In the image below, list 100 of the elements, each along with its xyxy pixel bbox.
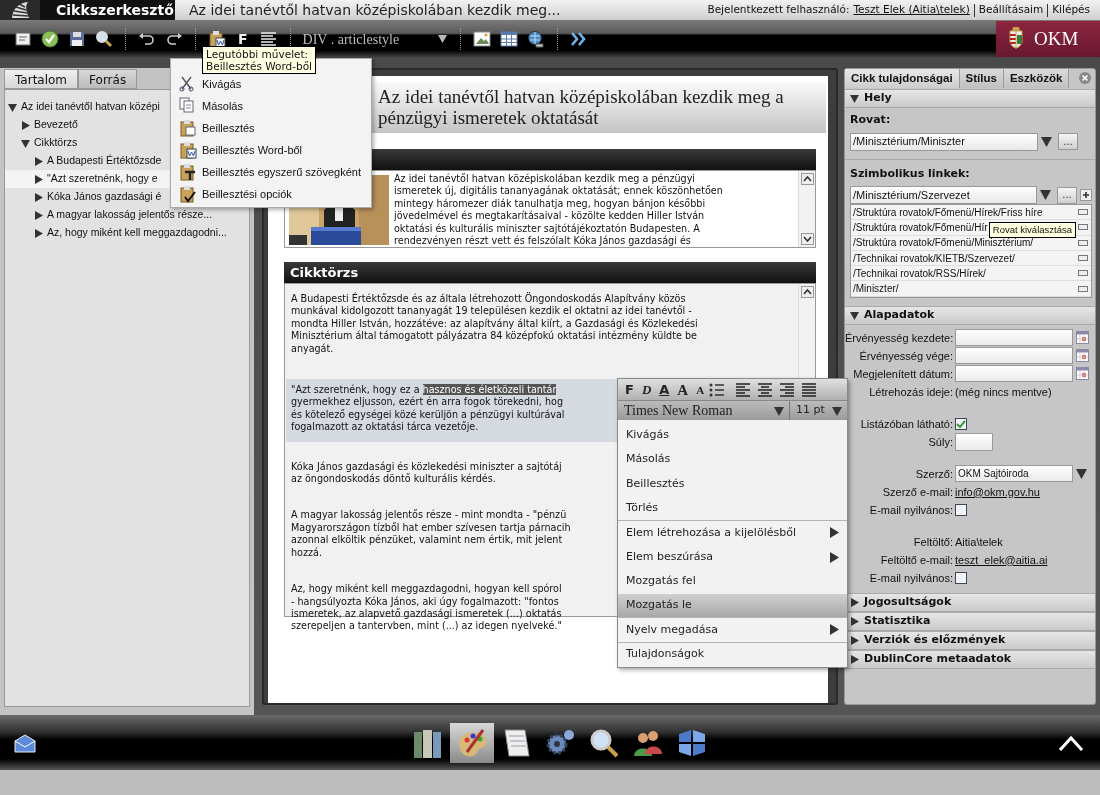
text-line[interactable]: "Azt szeretnénk, hogy ez a bbox=[291, 384, 423, 396]
clipboard-icon[interactable] bbox=[208, 30, 226, 48]
collapsed-arrow-icon[interactable] bbox=[34, 156, 43, 166]
list-icon[interactable] bbox=[709, 382, 726, 397]
mail-icon[interactable] bbox=[14, 732, 36, 753]
expanded-arrow-icon[interactable] bbox=[21, 138, 30, 148]
list-item[interactable]: /Technikai rovatok/KIETB/Szervezet/ bbox=[853, 250, 1015, 266]
tab[interactable]: Tartalom bbox=[4, 69, 79, 89]
menu-item[interactable]: Mozgatás le bbox=[618, 593, 847, 619]
font-select[interactable]: Times New Roman bbox=[618, 401, 790, 420]
date-field[interactable] bbox=[955, 365, 1073, 383]
tab[interactable]: Eszközök bbox=[1003, 69, 1070, 88]
user-link[interactable]: Teszt Elek (Aitia\telek) bbox=[853, 2, 970, 18]
calendar-icon[interactable] bbox=[1076, 331, 1089, 345]
close-icon[interactable] bbox=[1079, 72, 1091, 84]
collapsed-arrow-icon[interactable] bbox=[21, 120, 30, 130]
menu-item[interactable]: Beillesztés bbox=[618, 471, 847, 497]
tree-item-label[interactable]: Az idei tanévtől hatvan középi bbox=[21, 99, 160, 115]
select-field[interactable]: /Minisztérium/Miniszter bbox=[850, 132, 1038, 151]
format-button[interactable]: A bbox=[693, 380, 708, 399]
menu-item[interactable]: Elem beszúrása bbox=[618, 544, 847, 570]
collapsed-arrow-icon[interactable] bbox=[34, 192, 43, 202]
format-button[interactable]: A bbox=[656, 380, 673, 399]
intro-text[interactable]: Az idei tanévtől hatvan középiskolában kezdik meg a pénzügyi ismeretek új, digitális tananyagának oktatását; ennek köszönhetően mintegy háromezer diák tanulhatja meg, hogyan bánjon későbbi jövedelmével és megtakarításaival - közölte kedden Hiller István oktatási és kulturális miniszter sajtótájékoztatón Budapesten. A rendezvényen részt vett és felszólalt Kóka János gazdasági és bbox=[394, 171, 723, 247]
size-select[interactable]: 11 pt bbox=[790, 401, 847, 420]
calendar-icon[interactable] bbox=[1076, 367, 1089, 381]
tab[interactable]: Stílus bbox=[959, 69, 1004, 88]
text-line[interactable]: mondta Hiller István, hozzátéve: az alapítvány által kiírt, a Gazdasági és Közlekedési bbox=[291, 317, 793, 331]
browse-button[interactable]: ... bbox=[1057, 186, 1077, 204]
text-line[interactable]: A Budapesti Értéktőzsde és az általa létrehozott Öngondoskodás Alapítvány közös bbox=[291, 293, 793, 306]
scroll-up-icon[interactable] bbox=[800, 173, 814, 185]
menu-item[interactable]: Tulajdonságok bbox=[618, 642, 847, 667]
checkbox[interactable] bbox=[955, 417, 967, 430]
checkbox[interactable] bbox=[955, 503, 967, 516]
tab[interactable]: Forrás bbox=[78, 69, 138, 89]
undo-icon[interactable] bbox=[138, 30, 156, 48]
tree-item-label[interactable]: Az, hogy miként kell meggazdagodni... bbox=[47, 225, 227, 241]
format-button[interactable]: D bbox=[638, 380, 655, 399]
input-field[interactable] bbox=[955, 432, 993, 451]
header-link[interactable]: Kilépés bbox=[1052, 2, 1090, 18]
align-right-icon[interactable] bbox=[779, 381, 796, 398]
scroll-down-icon[interactable] bbox=[800, 233, 814, 245]
menu-item[interactable]: Másolás bbox=[618, 447, 847, 472]
dropdown-arrow-icon[interactable] bbox=[1041, 135, 1055, 148]
dropdown-arrow-icon[interactable] bbox=[1040, 189, 1054, 201]
section-header[interactable]: Alapadatok bbox=[845, 305, 1095, 325]
align-left-icon[interactable] bbox=[735, 381, 752, 398]
section-header[interactable]: Jogosultságok bbox=[845, 592, 1095, 612]
list-item[interactable]: /Miniszter/ bbox=[853, 281, 899, 297]
menu-item[interactable]: Elem létrehozása a kijelölésből bbox=[618, 520, 847, 545]
email-link[interactable]: teszt_elek@aitia.ai bbox=[955, 551, 1048, 569]
search-icon[interactable] bbox=[95, 30, 113, 48]
document-icon[interactable] bbox=[14, 30, 32, 48]
list-item[interactable]: /Technikai rovatok/RSS/Hírek/ bbox=[853, 265, 986, 281]
scroll-up-icon[interactable] bbox=[800, 286, 814, 298]
calendar-icon[interactable] bbox=[1076, 349, 1089, 363]
collapsed-arrow-icon[interactable] bbox=[34, 174, 43, 184]
double-chevron-icon[interactable] bbox=[569, 30, 586, 48]
justify-icon[interactable] bbox=[801, 381, 818, 398]
list-item[interactable]: /Struktúra rovatok/Főmenü/Hírek/Friss híre bbox=[853, 204, 1043, 220]
text-line[interactable]: Minisztérium által támogatott pályázatra 84 középfokú oktatási intézmény küldte be bbox=[291, 330, 793, 343]
save-icon[interactable] bbox=[68, 30, 86, 48]
dropdown-arrow-icon[interactable] bbox=[1076, 467, 1090, 480]
checkbox[interactable] bbox=[955, 571, 967, 584]
globe-icon[interactable] bbox=[526, 30, 545, 48]
scrollbar[interactable] bbox=[798, 171, 815, 247]
tab[interactable]: Cikk tulajdonságai bbox=[845, 69, 960, 88]
menu-item[interactable]: Nyelv megadása bbox=[618, 618, 847, 643]
align-center-icon[interactable] bbox=[757, 381, 774, 398]
select-field[interactable]: /Minisztérium/Szervezet bbox=[850, 186, 1037, 204]
menu-item[interactable]: Beillesztés Word-ből bbox=[171, 139, 371, 161]
menu-item[interactable]: Törlés bbox=[618, 496, 847, 521]
chevron-up-icon[interactable] bbox=[1058, 734, 1084, 751]
tree-row[interactable]: A magyar lakosság jelentős része... bbox=[5, 206, 249, 224]
list-item[interactable]: /Struktúra rovatok/Főmenü/Minisztérium/ bbox=[853, 235, 1034, 251]
menu-item[interactable]: Mozgatás fel bbox=[618, 569, 847, 594]
collapsed-arrow-icon[interactable] bbox=[34, 210, 43, 220]
section-header[interactable]: Hely bbox=[845, 89, 1095, 108]
tree-item-label[interactable]: Bevezető bbox=[34, 117, 78, 133]
collapsed-arrow-icon[interactable] bbox=[34, 228, 43, 238]
email-link[interactable]: info@okm.gov.hu bbox=[955, 483, 1040, 501]
tree-item-label[interactable]: Kóka János gazdasági é bbox=[47, 189, 162, 205]
redo-icon[interactable] bbox=[165, 30, 183, 48]
tree-item-label[interactable]: A Budapesti Értéktőzsde bbox=[47, 153, 162, 169]
tree-item-label[interactable]: "Azt szeretnénk, hogy e bbox=[47, 171, 158, 187]
add-icon[interactable] bbox=[1080, 189, 1092, 201]
select-field[interactable]: OKM Sajtóiroda bbox=[955, 465, 1073, 483]
format-button[interactable]: A bbox=[674, 380, 692, 399]
menu-item[interactable]: Kivágás bbox=[618, 423, 847, 448]
align-icon[interactable] bbox=[259, 30, 278, 48]
header-link[interactable]: Beállításaim bbox=[978, 2, 1044, 18]
text-line[interactable]: munkával kidolgozott tananyagát 19 településen kezdik el oktatni az idei tanévtől - bbox=[291, 305, 793, 318]
browse-button[interactable]: ... bbox=[1058, 133, 1078, 150]
table-icon[interactable] bbox=[499, 30, 518, 48]
list-item[interactable]: /Struktúra rovatok/Főmenü/Hír bbox=[853, 219, 988, 235]
tree-row[interactable]: Az, hogy miként kell meggazdagodni... bbox=[5, 224, 249, 242]
tree-item-label[interactable]: Cikktörzs bbox=[34, 135, 78, 151]
date-field[interactable] bbox=[955, 347, 1073, 365]
text-line[interactable]: anyagát. bbox=[291, 342, 793, 356]
expanded-arrow-icon[interactable] bbox=[8, 102, 17, 112]
